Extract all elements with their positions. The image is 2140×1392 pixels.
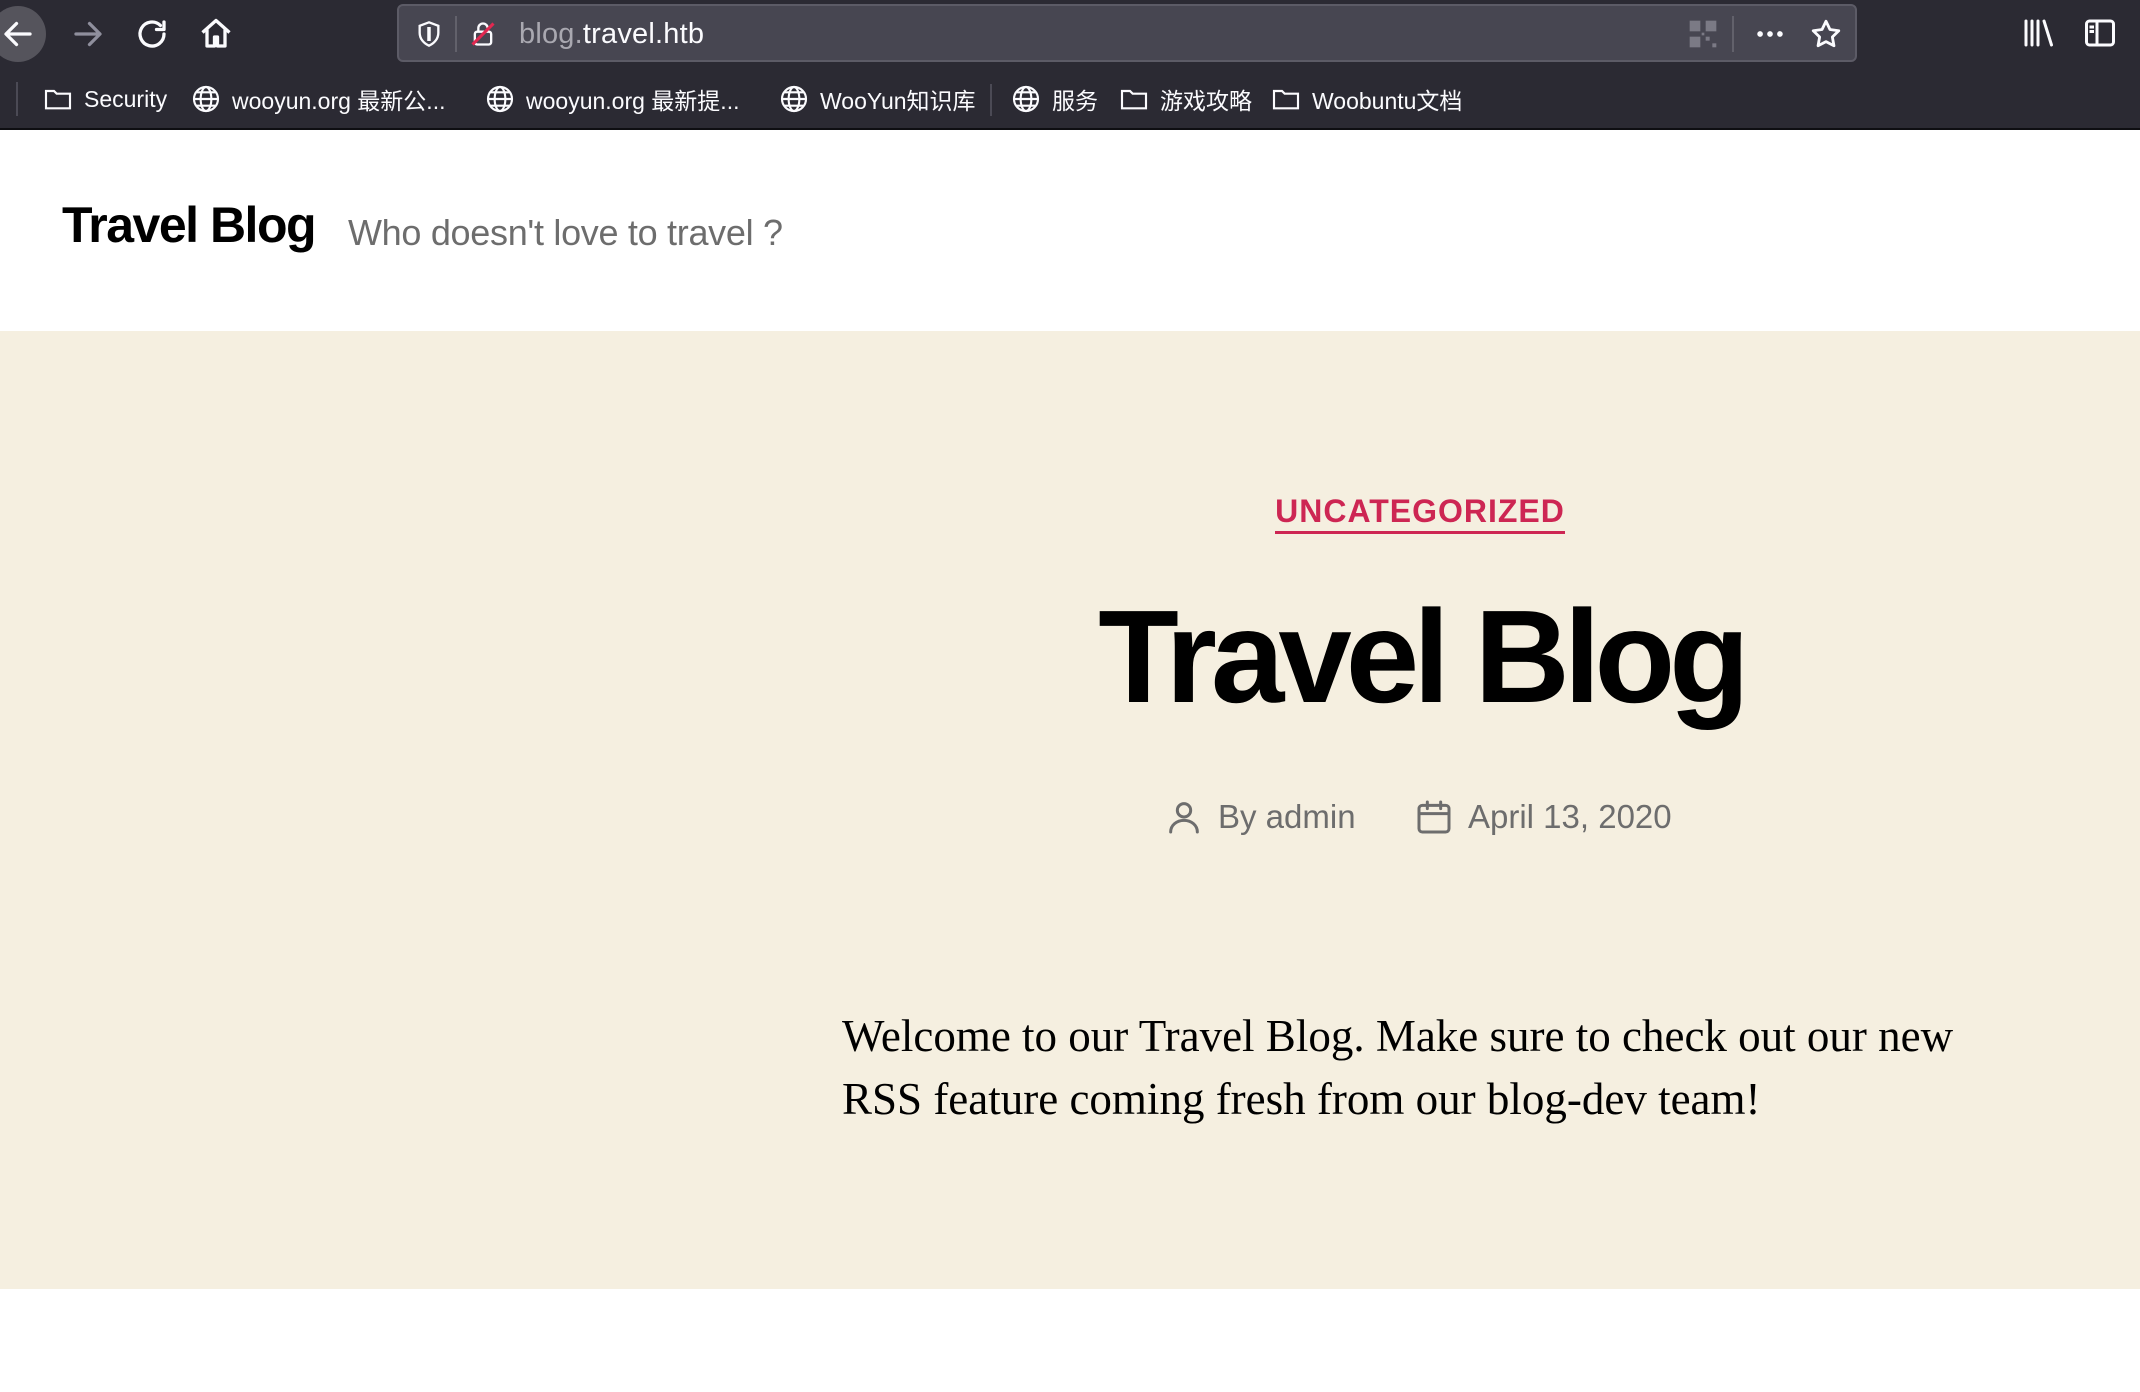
bookmark-wooyun-1[interactable]: wooyun.org 最新公...: [190, 82, 445, 116]
more-actions-icon[interactable]: [1753, 17, 1787, 51]
url-separator: [455, 16, 457, 52]
bookmark-label: wooyun.org 最新公...: [232, 88, 446, 114]
date-label: April 13, 2020: [1468, 798, 1672, 835]
bookmark-wooyun-2[interactable]: wooyun.org 最新提...: [484, 82, 739, 116]
site-title[interactable]: Travel Blog: [62, 196, 317, 254]
globe-icon: [1012, 85, 1040, 113]
back-button[interactable]: [0, 6, 46, 62]
shield-icon[interactable]: [415, 20, 443, 48]
bookmark-label: 服务: [1052, 88, 1098, 114]
bookmark-label: Woobuntu文档: [1312, 88, 1463, 114]
post-content: Welcome to our Travel Blog. Make sure to…: [842, 1011, 1954, 1124]
home-icon: [201, 18, 231, 48]
bookmark-woobuntu-docs[interactable]: Woobuntu文档: [1270, 82, 1462, 116]
sidebar-icon[interactable]: [2082, 15, 2118, 51]
bookmark-label: wooyun.org 最新提...: [526, 88, 740, 114]
address-bar[interactable]: blog.travel.htb: [397, 4, 1857, 62]
bookmark-game-guides[interactable]: 游戏攻略: [1118, 82, 1252, 116]
folder-icon: [1120, 89, 1148, 110]
bookmark-services[interactable]: 服务: [1010, 82, 1098, 116]
globe-icon: [192, 85, 220, 113]
bookmarks-edge: [16, 82, 18, 116]
post-date[interactable]: April 13, 2020: [1414, 797, 1672, 837]
bookmarks-toolbar: Security wooyun.org 最新公... wooyun.org 最新…: [0, 68, 2140, 130]
user-icon: [1169, 802, 1199, 834]
post-author[interactable]: By admin: [1164, 797, 1356, 837]
post-category: UNCATEGORIZED: [0, 493, 2140, 534]
category-link[interactable]: UNCATEGORIZED: [1275, 493, 1565, 534]
globe-icon: [486, 85, 514, 113]
post-hero: UNCATEGORIZED Travel Blog By admin April…: [0, 331, 2140, 1289]
author-label: By admin: [1218, 798, 1356, 835]
insecure-lock-icon[interactable]: [469, 20, 497, 48]
url-text[interactable]: blog.travel.htb: [519, 18, 704, 51]
post-title: Travel Blog: [1098, 583, 1750, 730]
site-header: Travel Blog Who doesn't love to travel ?: [0, 130, 2140, 331]
bookmark-label: WooYun知识库: [820, 88, 976, 114]
qr-code-icon[interactable]: [1687, 18, 1719, 50]
reload-icon: [138, 20, 166, 48]
home-button[interactable]: [188, 6, 244, 62]
arrow-right-icon: [74, 21, 102, 47]
library-icon[interactable]: [2020, 15, 2056, 51]
browser-toolbar: blog.travel.htb: [0, 0, 2140, 68]
star-bookmark-icon[interactable]: [1809, 17, 1843, 51]
folder-icon: [1272, 89, 1300, 110]
bookmark-wooyun-kb[interactable]: WooYun知识库: [778, 82, 976, 116]
url-domain: travel.htb: [582, 18, 705, 50]
arrow-left-icon: [4, 21, 32, 47]
bookmark-security[interactable]: Security: [42, 82, 167, 116]
calendar-icon: [1417, 800, 1451, 834]
bookmark-label: Security: [84, 85, 168, 112]
globe-icon: [780, 85, 808, 113]
forward-button[interactable]: [60, 6, 116, 62]
bookmark-separator: [990, 84, 992, 116]
site-description: Who doesn't love to travel ?: [348, 212, 783, 253]
url-subdomain: blog.: [519, 18, 583, 50]
url-separator: [1732, 16, 1734, 52]
folder-icon: [44, 89, 72, 110]
bookmark-label: 游戏攻略: [1160, 88, 1252, 114]
reload-button[interactable]: [124, 6, 180, 62]
